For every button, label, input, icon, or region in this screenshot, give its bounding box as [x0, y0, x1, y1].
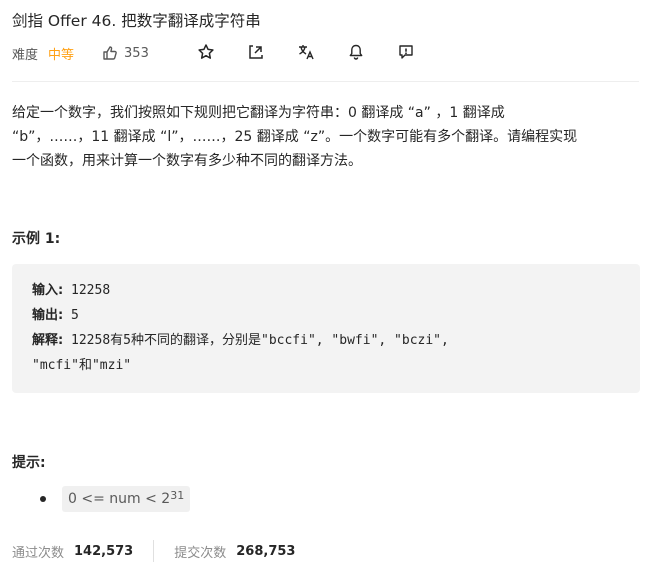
- feedback-icon: [399, 45, 413, 59]
- description-line: 给定一个数字，我们按照如下规则把它翻译为字符串：0 翻译成 “a” ，1 翻译成: [12, 105, 505, 121]
- example-block: 输入: 12258 输出: 5 解释: 12258有5种不同的翻译，分别是"bc…: [12, 264, 640, 393]
- output-value: 5: [71, 308, 79, 323]
- header-divider: [12, 81, 639, 82]
- input-label: 输入:: [32, 283, 64, 298]
- bell-icon: [349, 44, 363, 60]
- constraint-code: 0 <= num < 2 31: [62, 486, 191, 512]
- constraint-text: 0 <= num < 2: [68, 491, 171, 507]
- stats-divider: [153, 540, 155, 562]
- example-output-row: 输出: 5: [32, 303, 620, 328]
- bullet-icon: [40, 496, 46, 502]
- example-heading: 示例 1:: [12, 231, 61, 247]
- explain-text: 12258有5种不同的翻译，分别是"bccfi", "bwfi", "bczi"…: [71, 333, 449, 348]
- explain-continuation: "mcfi"和"mzi": [32, 358, 132, 373]
- constraint-exponent: 31: [170, 488, 185, 502]
- share-icon: [249, 45, 263, 59]
- difficulty-value: 中等: [48, 47, 75, 63]
- thumbs-up-icon: [103, 46, 117, 60]
- difficulty-label: 难度: [12, 47, 39, 63]
- submitted-count: 268,753: [236, 543, 296, 559]
- example-input-row: 输入: 12258: [32, 278, 620, 303]
- accepted-label: 通过次数: [12, 545, 65, 561]
- description-line: 一个函数，用来计算一个数字有多少种不同的翻译方法。: [12, 153, 362, 169]
- translate-button[interactable]: [297, 43, 315, 65]
- description-line: “b”，……，11 翻译成 “l”，……，25 翻译成 “z”。一个数字可能有多…: [12, 129, 578, 145]
- problem-description: 给定一个数字，我们按照如下规则把它翻译为字符串：0 翻译成 “a” ，1 翻译成…: [12, 101, 634, 173]
- input-value: 12258: [71, 283, 111, 298]
- problem-meta-bar: 难度 中等 353: [12, 42, 149, 64]
- like-count: 353: [124, 45, 149, 61]
- hint-heading: 提示:: [12, 455, 46, 471]
- star-icon: [198, 44, 214, 59]
- problem-title: 剑指 Offer 46. 把数字翻译成字符串: [12, 12, 261, 30]
- submission-stats: 通过次数 142,573 提交次数 268,753: [12, 540, 295, 562]
- submitted-label: 提交次数: [174, 545, 227, 561]
- notification-button[interactable]: [347, 43, 365, 65]
- output-label: 输出:: [32, 308, 64, 323]
- like-button[interactable]: 353: [102, 45, 149, 61]
- accepted-count: 142,573: [74, 543, 134, 559]
- explain-label: 解释:: [32, 333, 64, 348]
- hint-list-item: 0 <= num < 2 31: [40, 486, 191, 512]
- example-explain-row: 解释: 12258有5种不同的翻译，分别是"bccfi", "bwfi", "b…: [32, 328, 620, 353]
- favorite-button[interactable]: [197, 43, 215, 65]
- feedback-button[interactable]: [397, 43, 415, 65]
- translate-icon: [299, 45, 314, 60]
- share-button[interactable]: [247, 43, 265, 65]
